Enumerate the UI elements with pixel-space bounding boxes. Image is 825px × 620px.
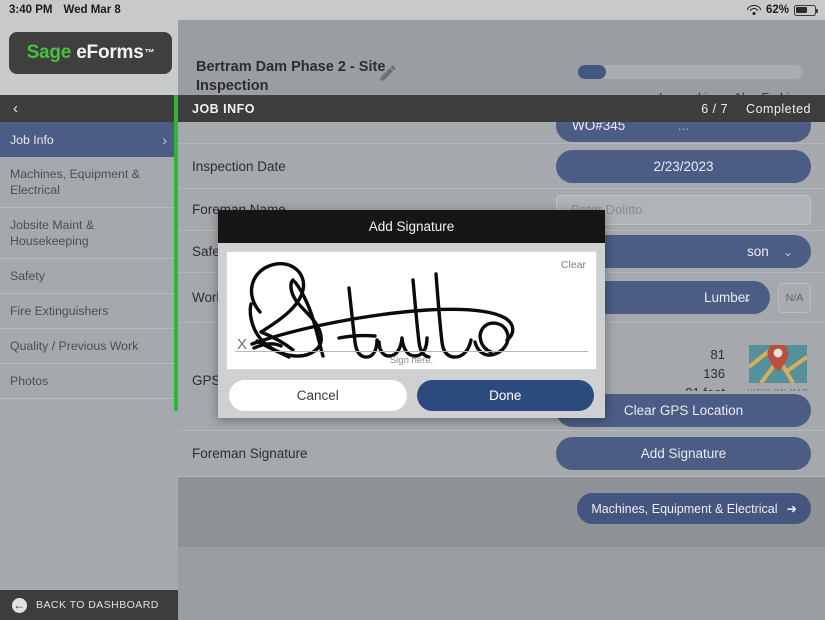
table-row-work-order: WO#345 ...: [178, 122, 825, 144]
work-order-ellipsis: ...: [677, 122, 690, 133]
chevron-down-icon: ⌄: [782, 244, 793, 259]
map-thumbnail: [747, 343, 809, 385]
work-na-button[interactable]: N/A: [778, 282, 811, 313]
add-signature-modal: Add Signature Clear X Sign here. Cancel …: [218, 210, 605, 418]
sidebar-back-button[interactable]: ‹: [0, 95, 178, 122]
form-progress-fill: [578, 65, 606, 79]
section-count: 6 / 7: [701, 101, 729, 116]
sidebar-item-label: Fire Extinguishers: [10, 304, 109, 318]
inspection-date-label: Inspection Date: [192, 158, 286, 174]
inspection-date-field[interactable]: 2/23/2023: [556, 149, 811, 183]
back-to-dashboard-label: BACK TO DASHBOARD: [36, 599, 159, 611]
sidebar-item-label: Jobsite Maint & Housekeeping: [10, 218, 95, 248]
form-footer: Machines, Equipment & Electrical ➜: [178, 477, 825, 547]
gps-latitude: 81: [710, 347, 725, 362]
sidebar-item-quality-previous-work[interactable]: Quality / Previous Work: [0, 329, 178, 364]
sidebar-item-label: Safety: [10, 269, 45, 283]
chevron-left-icon: ‹: [13, 100, 18, 117]
gps-longitude: 136: [703, 366, 725, 381]
na-label: N/A: [785, 291, 804, 304]
next-section-label: Machines, Equipment & Electrical: [591, 501, 778, 516]
sidebar-item-label: Photos: [10, 374, 49, 388]
table-row-foreman-signature: Foreman Signature Add Signature: [178, 431, 825, 477]
battery-percent-label: 62%: [765, 4, 789, 16]
modal-title-bar: Add Signature: [218, 210, 605, 243]
done-button[interactable]: Done: [416, 380, 594, 411]
foreman-signature-label: Foreman Signature: [192, 446, 308, 461]
pencil-edit-icon[interactable]: [378, 63, 398, 83]
status-badge: Completed: [746, 101, 811, 116]
arrow-right-icon: ➜: [786, 502, 797, 516]
section-header: JOB INFO 6 / 7 Completed: [178, 95, 825, 122]
section-meta: 6 / 7 Completed: [701, 102, 811, 116]
form-progress-bar: [578, 65, 803, 79]
next-section-button[interactable]: Machines, Equipment & Electrical ➜: [577, 493, 811, 524]
battery-icon: [794, 4, 819, 16]
sidebar-item-label: Machines, Equipment & Electrical: [10, 167, 140, 197]
back-to-dashboard-button[interactable]: ← BACK TO DASHBOARD: [0, 590, 178, 620]
page-title: Bertram Dam Phase 2 - Site Inspection: [196, 59, 386, 94]
work-order-field[interactable]: WO#345 ...: [556, 122, 811, 142]
signature-drawing: [248, 262, 515, 359]
logo-trademark: ™: [144, 47, 155, 59]
done-label: Done: [489, 388, 522, 403]
sign-here-label: Sign here.: [389, 355, 434, 366]
work-order-value: WO#345: [572, 122, 626, 133]
section-title: JOB INFO: [192, 101, 256, 116]
app-header: Sage eForms ™ Bertram Dam Phase 2 - Site…: [0, 20, 825, 105]
add-signature-label: Add Signature: [640, 446, 727, 461]
status-time: 3:40 PM: [9, 4, 53, 16]
add-signature-button[interactable]: Add Signature: [556, 437, 811, 470]
sage-eforms-logo: Sage eForms ™: [9, 32, 172, 74]
sidebar-item-jobsite-maint-housekeeping[interactable]: Jobsite Maint & Housekeeping: [0, 208, 178, 259]
app-root: 3:40 PM Wed Mar 8 62% Sage eForms ™ Bert…: [0, 0, 825, 620]
status-date: Wed Mar 8: [63, 4, 121, 16]
modal-actions: Cancel Done: [218, 370, 605, 421]
cancel-label: Cancel: [296, 388, 339, 403]
wifi-icon: [746, 4, 761, 16]
status-left: 3:40 PM Wed Mar 8: [9, 4, 121, 16]
cancel-button[interactable]: Cancel: [229, 380, 407, 411]
safety-inspector-value: son: [747, 244, 769, 259]
view-on-map-button[interactable]: VIEW ON MAP: [745, 343, 811, 396]
sidebar-item-label: Job Info: [10, 132, 54, 147]
inspection-date-value: 2/23/2023: [653, 158, 714, 174]
sidebar: ‹ Job Info › Machines, Equipment & Elect…: [0, 95, 178, 620]
chevron-right-icon: ›: [162, 131, 167, 148]
table-row-inspection-date: Inspection Date 2/23/2023: [178, 144, 825, 189]
clear-gps-label: Clear GPS Location: [623, 403, 744, 418]
sidebar-item-fire-extinguishers[interactable]: Fire Extinguishers: [0, 294, 178, 329]
status-right: 62%: [746, 4, 819, 16]
sidebar-item-label: Quality / Previous Work: [10, 339, 139, 353]
sidebar-item-safety[interactable]: Safety: [0, 259, 178, 294]
signature-canvas[interactable]: Clear X Sign here.: [226, 251, 597, 370]
signature-baseline: [235, 351, 588, 352]
logo-eforms-text: eForms: [76, 42, 144, 63]
sidebar-item-photos[interactable]: Photos: [0, 364, 178, 399]
circle-arrow-left-icon: ←: [12, 597, 27, 613]
chevron-down-icon: ⌄: [741, 290, 752, 305]
logo-sage-text: Sage: [26, 42, 72, 63]
ios-status-bar: 3:40 PM Wed Mar 8 62%: [0, 0, 825, 20]
modal-title: Add Signature: [368, 219, 455, 234]
sidebar-item-job-info[interactable]: Job Info ›: [0, 122, 178, 157]
sidebar-item-machines-equipment-electrical[interactable]: Machines, Equipment & Electrical: [0, 157, 178, 208]
map-pin-icon: [747, 343, 809, 385]
